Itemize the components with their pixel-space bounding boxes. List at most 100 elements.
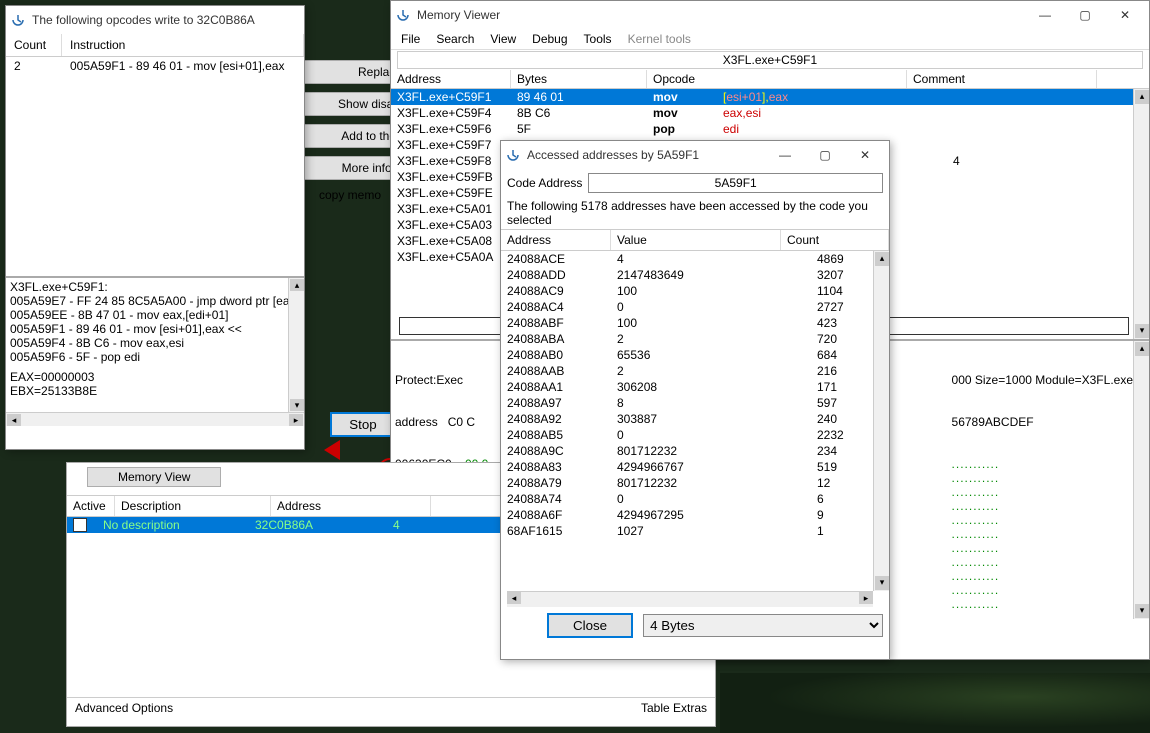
code-address-input[interactable]: 5A59F1 xyxy=(588,173,883,193)
hex-ascii-row: ........... xyxy=(952,471,1133,485)
module-address-bar[interactable]: X3FL.exe+C59F1 xyxy=(397,51,1143,69)
menu-view[interactable]: View xyxy=(490,32,516,46)
disasm-row[interactable]: X3FL.exe+C59F189 46 01mov[esi+01],eax xyxy=(391,89,1149,105)
disasm-line: 005A59F4 - 8B C6 - mov eax,esi xyxy=(10,336,300,350)
hex-ascii-row: ........... xyxy=(952,513,1133,527)
minimize-button[interactable]: — xyxy=(1025,1,1065,29)
table-extras-button[interactable]: Table Extras xyxy=(633,698,715,718)
col-address[interactable]: Address xyxy=(271,496,431,516)
ce-icon xyxy=(395,7,411,23)
hscrollbar[interactable]: ◂ ▸ xyxy=(507,591,873,607)
close-button[interactable]: ✕ xyxy=(1105,1,1145,29)
ce-icon xyxy=(505,147,521,163)
opcode-row[interactable]: 2 005A59F1 - 89 46 01 - mov [esi+01],eax xyxy=(6,57,304,75)
window-title: Memory Viewer xyxy=(417,8,1025,22)
reg-line: EBX=25133B8E xyxy=(10,384,300,398)
accessed-row[interactable]: 24088AA1306208171 xyxy=(501,379,889,395)
opcodes-window: The following opcodes write to 32C0B86A … xyxy=(5,5,305,450)
scroll-up-icon[interactable]: ▴ xyxy=(290,279,304,291)
accessed-row[interactable]: 24088A9C801712232234 xyxy=(501,443,889,459)
advanced-options-button[interactable]: Advanced Options xyxy=(67,698,633,718)
vscrollbar[interactable]: ▴ ▾ xyxy=(288,278,304,412)
scroll-left-icon[interactable]: ◂ xyxy=(7,414,21,426)
accessed-row[interactable]: 24088A7406 xyxy=(501,491,889,507)
hex-ascii-row: ........... xyxy=(952,485,1133,499)
scroll-up-icon[interactable]: ▴ xyxy=(1135,342,1149,356)
accessed-row[interactable]: 68AF161510271 xyxy=(501,523,889,539)
red-triangle-icon xyxy=(324,440,340,460)
vscrollbar[interactable]: ▴ ▾ xyxy=(873,251,889,591)
opcode-list[interactable]: 2 005A59F1 - 89 46 01 - mov [esi+01],eax xyxy=(6,57,304,272)
accessed-row[interactable]: 24088ABA2720 xyxy=(501,331,889,347)
value-type-select[interactable]: 4 Bytes xyxy=(643,614,883,637)
col-instruction[interactable]: Instruction xyxy=(62,34,304,56)
opcode-count: 2 xyxy=(14,59,70,73)
disasm-line: 005A59E7 - FF 24 85 8C5A5A00 - jmp dword… xyxy=(10,294,300,308)
accessed-message: The following 5178 addresses have been a… xyxy=(501,197,889,229)
menu-file[interactable]: File xyxy=(401,32,420,46)
scroll-down-icon[interactable]: ▾ xyxy=(1135,324,1149,338)
scroll-right-icon[interactable]: ▸ xyxy=(289,414,303,426)
window-title: The following opcodes write to 32C0B86A xyxy=(32,13,300,27)
maximize-button[interactable]: ▢ xyxy=(1065,1,1105,29)
accessed-row[interactable]: 24088AB065536684 xyxy=(501,347,889,363)
col-count[interactable]: Count xyxy=(6,34,62,56)
hex-ascii-row: ........... xyxy=(952,597,1133,611)
hex-ascii-row: ........... xyxy=(952,541,1133,555)
row-value: 4 xyxy=(393,518,400,532)
accessed-row[interactable]: 24088ACE44869 xyxy=(501,251,889,267)
accessed-row[interactable]: 24088AC91001104 xyxy=(501,283,889,299)
accessed-row[interactable]: 24088A978597 xyxy=(501,395,889,411)
scroll-down-icon[interactable]: ▾ xyxy=(1135,604,1149,618)
memory-view-button[interactable]: Memory View xyxy=(87,467,221,487)
vscrollbar[interactable]: ▴ ▾ xyxy=(1133,89,1149,339)
disasm-row[interactable]: X3FL.exe+C59F48B C6moveax,esi xyxy=(391,105,1149,121)
row-address: 32C0B86A xyxy=(255,518,313,532)
scroll-up-icon[interactable]: ▴ xyxy=(1135,90,1149,104)
accessed-row[interactable]: 24088A92303887240 xyxy=(501,411,889,427)
close-button[interactable]: Close xyxy=(547,613,633,638)
accessed-row[interactable]: 24088A834294966767519 xyxy=(501,459,889,475)
col-bytes[interactable]: Bytes xyxy=(511,70,647,88)
disasm-line: 005A59F1 - 89 46 01 - mov [esi+01],eax <… xyxy=(10,322,300,336)
accessed-row[interactable]: 24088A7980171223212 xyxy=(501,475,889,491)
col-description[interactable]: Description xyxy=(115,496,271,516)
disasm-line: 005A59F6 - 5F - pop edi xyxy=(10,350,300,364)
stop-button[interactable]: Stop xyxy=(330,412,396,437)
menu-tools[interactable]: Tools xyxy=(584,32,612,46)
opcode-disasm-pane: X3FL.exe+C59F1: 005A59E7 - FF 24 85 8C5A… xyxy=(6,276,304,426)
col-address[interactable]: Address xyxy=(391,70,511,88)
accessed-row[interactable]: 24088ABF100423 xyxy=(501,315,889,331)
disassembler-header: Address Bytes Opcode Comment xyxy=(391,70,1149,89)
hex-ascii-row: ........... xyxy=(952,611,1133,619)
col-value[interactable]: Value xyxy=(611,230,781,250)
accessed-row[interactable]: 24088AC402727 xyxy=(501,299,889,315)
accessed-row[interactable]: 24088ADD21474836493207 xyxy=(501,267,889,283)
close-button[interactable]: ✕ xyxy=(845,141,885,169)
accessed-list[interactable]: 24088ACE4486924088ADD2147483649320724088… xyxy=(501,251,889,591)
menu-search[interactable]: Search xyxy=(436,32,474,46)
col-address[interactable]: Address xyxy=(501,230,611,250)
scroll-right-icon[interactable]: ▸ xyxy=(859,592,873,604)
minimize-button[interactable]: — xyxy=(765,141,805,169)
accessed-row[interactable]: 24088AAB2216 xyxy=(501,363,889,379)
scroll-up-icon[interactable]: ▴ xyxy=(875,252,889,266)
col-count[interactable]: Count xyxy=(781,230,889,250)
maximize-button[interactable]: ▢ xyxy=(805,141,845,169)
hex-vscrollbar[interactable]: ▴ ▾ xyxy=(1133,341,1149,619)
ce-icon xyxy=(10,12,26,28)
scroll-down-icon[interactable]: ▾ xyxy=(290,399,304,411)
menu-kernel-tools[interactable]: Kernel tools xyxy=(628,32,691,46)
scroll-left-icon[interactable]: ◂ xyxy=(507,592,521,604)
accessed-row[interactable]: 24088AB502232 xyxy=(501,427,889,443)
hex-header-module: 000 Size=1000 Module=X3FL.exe xyxy=(952,373,1133,387)
col-active[interactable]: Active xyxy=(67,496,115,516)
col-opcode[interactable]: Opcode xyxy=(647,70,907,88)
scroll-down-icon[interactable]: ▾ xyxy=(875,576,889,590)
accessed-row[interactable]: 24088A6F42949672959 xyxy=(501,507,889,523)
menu-debug[interactable]: Debug xyxy=(532,32,567,46)
hscrollbar[interactable]: ◂ ▸ xyxy=(6,412,304,426)
disasm-row[interactable]: X3FL.exe+C59F65Fpopedi xyxy=(391,121,1149,137)
col-comment[interactable]: Comment xyxy=(907,70,1097,88)
active-checkbox[interactable] xyxy=(73,518,87,532)
